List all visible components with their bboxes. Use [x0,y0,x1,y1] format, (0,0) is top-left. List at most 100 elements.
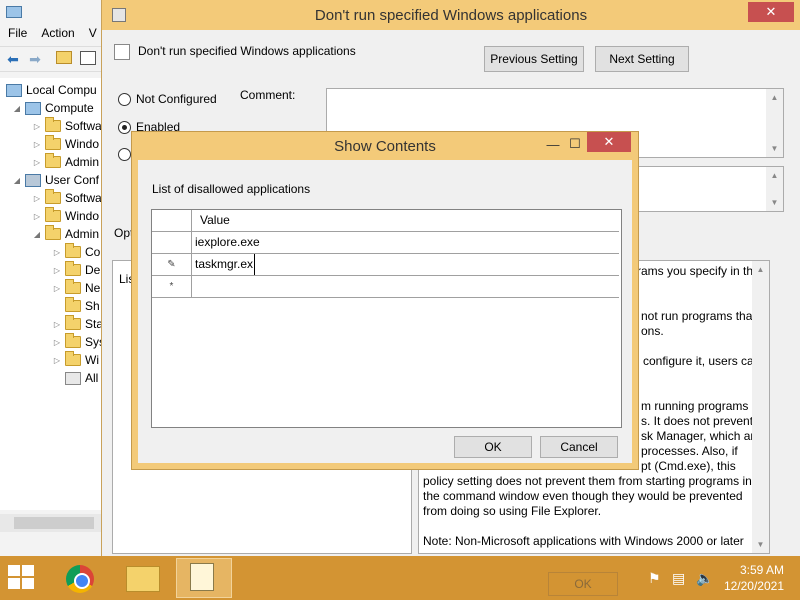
tree-item-label: Co [85,245,101,259]
start-button[interactable] [8,565,36,591]
help-line: policy setting does not prevent them fro… [423,474,752,488]
folder-icon [45,135,61,150]
menu-bar: File Action V [0,22,101,44]
chrome-icon[interactable] [66,565,94,593]
cancel-button[interactable]: Cancel [540,436,618,458]
tree-item-label: Admin [65,227,100,241]
chevron-right-icon[interactable]: ▷ [52,248,62,257]
tree-item[interactable]: ◢ Admin [32,225,99,243]
tree-item-label: Windo [65,137,100,151]
tree-item[interactable]: Local Compu [6,81,97,99]
policy-titlebar[interactable]: Don't run specified Windows applications… [102,0,800,30]
value-cell[interactable]: iexplore.exe [195,232,260,253]
table-row[interactable]: * [152,276,619,298]
help-line: configure it, users can [643,354,761,368]
folder-icon [45,189,61,204]
system-clock[interactable]: 3:59 AM 12/20/2021 [724,562,784,594]
menu-view[interactable]: V [89,26,97,40]
chevron-right-icon[interactable]: ▷ [32,194,42,203]
ok-button[interactable]: OK [454,436,532,458]
tree-item-label: Sys [85,335,101,349]
not-configured-radio[interactable] [118,92,131,106]
clock-time: 3:59 AM [739,563,784,577]
tree-item-label: Sta [85,317,102,331]
tree-item[interactable]: ▷ Windo [32,135,99,153]
tree-item[interactable]: ▷ Co [52,243,100,261]
menu-action[interactable]: Action [41,26,74,40]
tree-item[interactable]: Sh [52,297,100,315]
scrollbar-thumb[interactable] [14,517,94,529]
chevron-right-icon[interactable]: ▷ [32,158,42,167]
notepad-icon[interactable] [190,563,214,591]
maximize-button[interactable]: ☐ [564,132,586,156]
value-cell-editing[interactable]: taskmgr.ex [195,254,256,275]
computer-icon [25,101,41,115]
computer-icon [6,83,22,97]
help-scrollbar[interactable]: ▲ ▼ [752,261,769,553]
tree-item[interactable]: ▷ Softwa [32,117,101,135]
chevron-right-icon[interactable]: ▷ [52,338,62,347]
settings-icon [65,371,81,385]
forward-arrow-icon[interactable]: ➡ [26,51,44,67]
tree-item[interactable]: All [52,369,98,387]
chevron-right-icon[interactable]: ▷ [32,212,42,221]
tree-item[interactable]: ▷ Windo [32,207,99,225]
next-setting-button[interactable]: Next Setting [595,46,689,72]
tree-item[interactable]: ▷ Softwa [32,189,101,207]
tree-item-label: Ne [85,281,101,295]
not-configured-option[interactable]: Not Configured [118,92,217,106]
comment-scrollbar[interactable]: ▲ ▼ [766,89,783,157]
edit-pencil-icon[interactable]: ✎ [152,254,192,275]
tree-item[interactable]: ◢ Compute [12,99,94,117]
up-folder-icon[interactable] [56,51,74,67]
disabled-radio[interactable] [118,148,131,161]
chevron-down-icon[interactable]: ◢ [12,176,22,185]
folder-icon [45,225,61,240]
tree-horizontal-scrollbar[interactable] [0,514,101,532]
grid-header-row: Value [152,210,619,232]
supported-on-scrollbar[interactable]: ▲ ▼ [766,167,783,211]
chevron-right-icon[interactable]: ▷ [52,320,62,329]
policy-setting-icon [114,44,130,60]
dialog-client-area: List of disallowed applications Value ie… [138,160,632,463]
table-row[interactable]: ✎ taskmgr.ex [152,254,619,276]
menu-file[interactable]: File [8,26,27,40]
minimize-button[interactable]: — [542,132,564,156]
policy-window-title: Don't run specified Windows applications [314,6,588,24]
tree-item[interactable]: ▷ Wi [52,351,99,369]
chevron-down-icon[interactable]: ◢ [32,230,42,239]
chevron-right-icon[interactable]: ▷ [32,122,42,131]
volume-icon[interactable]: 🔈 [696,570,713,587]
row-selector[interactable] [152,232,192,253]
help-line: sk Manager, which are [641,429,762,443]
new-row-asterisk-icon[interactable]: * [152,276,192,297]
tree-item-label: Windo [65,209,100,223]
close-button[interactable]: ✕ [748,2,794,22]
chevron-down-icon[interactable]: ◢ [12,104,22,113]
folder-icon [65,243,81,258]
file-explorer-icon[interactable] [126,566,160,592]
value-column-header[interactable]: Value [200,210,230,231]
table-row[interactable]: iexplore.exe [152,232,619,254]
show-hide-tree-icon[interactable] [80,51,98,67]
back-arrow-icon[interactable]: ⬅ [4,51,22,67]
tree-item[interactable]: ▷ Sys [52,333,101,351]
enabled-radio[interactable] [118,120,131,134]
help-line: from doing so using File Explorer. [423,504,602,518]
action-center-icon[interactable]: ⚑ [648,570,661,587]
tree-item[interactable]: ▷ Admin [32,153,99,171]
tree-item[interactable]: ▷ Sta [52,315,102,333]
previous-setting-button[interactable]: Previous Setting [484,46,584,72]
network-icon[interactable]: ▤ [672,570,685,587]
tree-item[interactable]: ▷ Ne [52,279,100,297]
values-grid: Value iexplore.exe ✎ taskmgr.ex * [151,209,622,428]
chevron-right-icon[interactable]: ▷ [52,356,62,365]
chevron-right-icon[interactable]: ▷ [52,284,62,293]
chevron-right-icon[interactable]: ▷ [52,266,62,275]
mmc-window: File Action V ⬅ ➡ Local Compu ◢ Compute … [0,0,102,556]
tree-item[interactable]: ◢ User Conf [12,171,99,189]
chevron-right-icon[interactable]: ▷ [32,140,42,149]
tree-item[interactable]: ▷ De [52,261,100,279]
mmc-app-icon [6,6,22,18]
dialog-close-button[interactable]: ✕ [587,132,631,152]
